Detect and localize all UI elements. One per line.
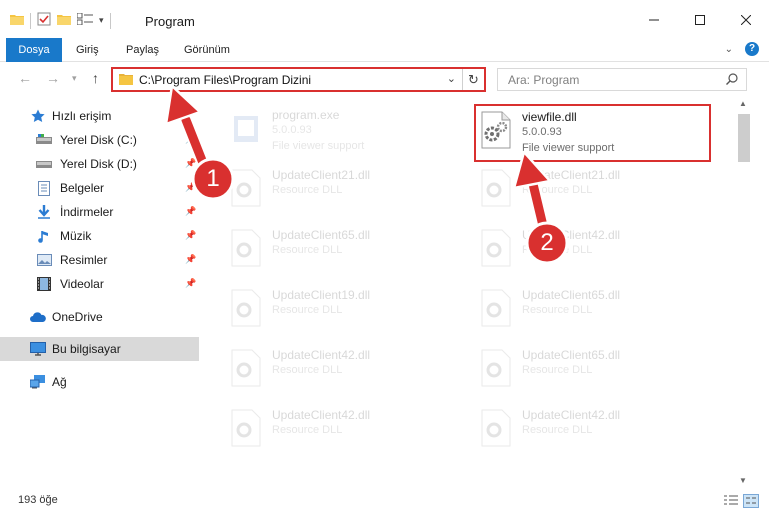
callout-arrow-1 xyxy=(164,84,212,175)
callout-arrow-2 xyxy=(512,150,552,237)
callout-number-1: 1 xyxy=(206,165,220,192)
callout-number-2: 2 xyxy=(540,229,554,256)
callout-overlay xyxy=(164,84,569,265)
